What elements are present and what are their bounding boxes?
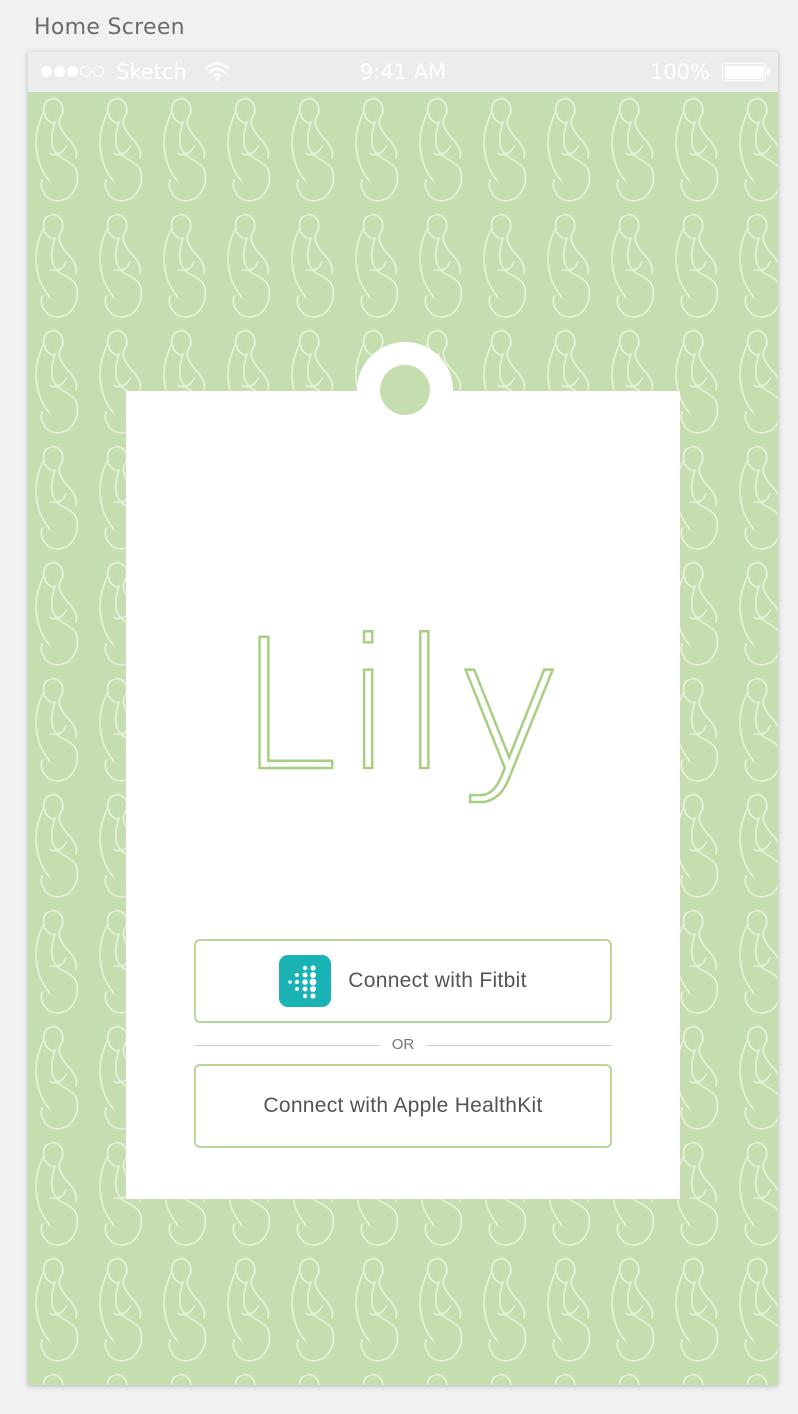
app-logo-text: Lily <box>238 602 569 811</box>
connect-fitbit-button[interactable]: Connect with Fitbit <box>194 939 612 1023</box>
fitbit-logo-icon <box>279 955 332 1007</box>
status-bar: Sketch 9:41 AM 100% <box>28 52 778 92</box>
artboard-label: Home Screen <box>34 15 185 40</box>
battery-icon <box>722 63 770 81</box>
divider-line-right <box>426 1045 612 1046</box>
battery-percent: 100% <box>649 60 710 84</box>
app-logo: Lily <box>236 601 569 813</box>
connect-healthkit-button[interactable]: Connect with Apple HealthKit <box>194 1064 612 1148</box>
tag-hole <box>380 365 430 415</box>
connect-healthkit-label: Connect with Apple HealthKit <box>263 1094 543 1117</box>
phone-screen: Sketch 9:41 AM 100% Lily Connect with Fi… <box>28 52 778 1385</box>
connect-fitbit-label: Connect with Fitbit <box>348 969 527 992</box>
or-divider: OR <box>194 1035 612 1055</box>
